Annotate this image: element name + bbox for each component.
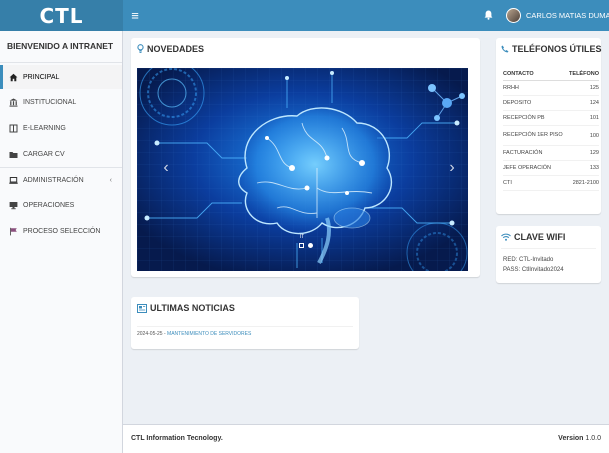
footer: CTL Information Tecnology. Version 1.0.0 <box>123 424 609 453</box>
news-date: 2024-05-25 <box>137 331 163 337</box>
book-icon <box>9 124 18 133</box>
chevron-left-icon: ‹ <box>109 176 112 184</box>
sidebar-item-label: E-LEARNING <box>23 124 66 132</box>
sidebar-item-principal[interactable]: PRINCIPAL <box>0 65 122 89</box>
table-row: RECEPCIÓN 1ER PISO 100 <box>503 126 599 146</box>
sidebar-item-cargar-cv[interactable]: CARGAR CV <box>0 142 122 166</box>
wifi-pass: PASS: CtlInvitado2024 <box>503 267 564 273</box>
sidebar-item-label: PROCESO SELECCIÓN <box>23 227 101 235</box>
table-row: FACTURACIÓN 129 <box>503 146 599 161</box>
noticias-title-text: ULTIMAS NOTICIAS <box>150 303 235 313</box>
cell-contacto: RECEPCIÓN PB <box>503 114 545 121</box>
novedades-title-text: NOVEDADES <box>147 44 205 54</box>
noticias-divider <box>137 326 353 327</box>
col-contacto: CONTACTO <box>503 70 534 77</box>
phone-icon <box>501 45 509 53</box>
wifi-icon <box>501 233 511 241</box>
desktop-icon <box>9 201 18 210</box>
footer-version: Version 1.0.0 <box>558 435 601 442</box>
sidebar-item-label: OPERACIONES <box>23 201 75 209</box>
table-row: CTI 2821-2100 <box>503 176 599 191</box>
user-name: CARLOS MATIAS DUMAS <box>526 11 609 20</box>
telefonos-table: CONTACTO TELÉFONO RRHH 125 DEPOSITO 124 … <box>503 67 599 191</box>
novedades-title: NOVEDADES <box>137 44 204 54</box>
noticias-title: ULTIMAS NOTICIAS <box>137 303 235 313</box>
carousel-prev-icon[interactable]: ‹ <box>159 158 173 178</box>
cell-telefono: 125 <box>589 85 599 91</box>
table-row: RECEPCIÓN PB 101 <box>503 111 599 126</box>
logo[interactable]: CTL <box>0 0 123 31</box>
cell-telefono: 133 <box>589 165 599 171</box>
cell-telefono: 100 <box>589 132 599 139</box>
news-item: 2024-05-25 - MANTENIMIENTO DE SERVIDORES <box>137 331 251 337</box>
wifi-divider <box>501 248 596 249</box>
wifi-title: CLAVE WIFI <box>501 232 565 242</box>
sidebar-item-label: INSTITUCIONAL <box>23 98 77 106</box>
cell-contacto: RRHH <box>503 84 519 91</box>
novedades-carousel[interactable]: IT ‹ › <box>137 68 468 271</box>
wifi-title-text: CLAVE WIFI <box>514 232 566 242</box>
carousel-image: IT <box>137 68 468 271</box>
table-row: DEPOSITO 124 <box>503 96 599 111</box>
cell-telefono: 101 <box>589 115 599 121</box>
top-navbar: CTL ≡ CARLOS MATIAS DUMAS <box>0 0 609 31</box>
home-icon <box>9 73 18 82</box>
flag-icon <box>9 227 18 236</box>
sidebar-item-administracion[interactable]: ADMINISTRACIÓN ‹ <box>0 168 122 192</box>
telefonos-title: TELÉFONOS ÚTILES <box>501 44 602 54</box>
sidebar-item-proceso-seleccion[interactable]: PROCESO SELECCIÓN <box>0 219 122 243</box>
laptop-icon <box>9 176 18 185</box>
noticias-box: ULTIMAS NOTICIAS <box>131 297 359 349</box>
cell-telefono: 129 <box>589 150 599 156</box>
version-label: Version <box>558 435 584 442</box>
cell-contacto: RECEPCIÓN 1ER PISO <box>503 132 563 138</box>
news-link[interactable]: MANTENIMIENTO DE SERVIDORES <box>167 331 251 337</box>
table-row: JEFE OPERACIÓN 133 <box>503 161 599 176</box>
table-row: RRHH 125 <box>503 81 599 96</box>
cell-contacto: FACTURACIÓN <box>503 149 543 156</box>
carousel-dot-active[interactable] <box>308 243 313 248</box>
table-header: CONTACTO TELÉFONO <box>503 67 599 81</box>
cell-telefono: 124 <box>589 100 599 106</box>
avatar <box>506 8 521 23</box>
sidebar-title: BIENVENIDO A INTRANET <box>7 41 114 51</box>
sidebar: BIENVENIDO A INTRANET PRINCIPAL INSTITUC… <box>0 31 123 453</box>
bank-icon <box>9 98 18 107</box>
wifi-red: RED: CTL-Invitado <box>503 257 554 263</box>
wifi-box: CLAVE WIFI <box>496 226 601 283</box>
folder-icon <box>9 150 18 159</box>
lightbulb-icon <box>137 44 144 54</box>
sidebar-divider <box>0 62 122 63</box>
footer-company: CTL Information Tecnology. <box>131 435 223 442</box>
sidebar-item-operaciones[interactable]: OPERACIONES <box>0 193 122 217</box>
cell-contacto: CTI <box>503 179 512 186</box>
carousel-next-icon[interactable]: › <box>445 158 459 178</box>
sidebar-item-institucional[interactable]: INSTITUCIONAL <box>0 90 122 114</box>
sidebar-item-e-learning[interactable]: E-LEARNING <box>0 116 122 140</box>
bell-icon[interactable] <box>481 7 495 23</box>
carousel-caption: IT <box>300 234 304 240</box>
sidebar-item-label: ADMINISTRACIÓN <box>23 176 84 184</box>
cell-telefono: 2821-2100 <box>572 180 599 186</box>
sidebar-item-label: CARGAR CV <box>23 150 65 158</box>
telefonos-title-text: TELÉFONOS ÚTILES <box>512 44 602 54</box>
carousel-indicators <box>299 243 313 248</box>
newspaper-icon <box>137 303 147 313</box>
user-menu[interactable]: CARLOS MATIAS DUMAS <box>506 6 609 25</box>
version-number: 1.0.0 <box>585 435 601 442</box>
carousel-dot[interactable] <box>299 243 304 248</box>
cell-contacto: JEFE OPERACIÓN <box>503 164 551 171</box>
col-telefono: TELÉFONO <box>569 70 599 77</box>
sidebar-item-label: PRINCIPAL <box>23 73 60 81</box>
logo-text: CTL <box>39 3 84 28</box>
hamburger-icon[interactable]: ≡ <box>128 6 142 24</box>
cell-contacto: DEPOSITO <box>503 99 532 106</box>
